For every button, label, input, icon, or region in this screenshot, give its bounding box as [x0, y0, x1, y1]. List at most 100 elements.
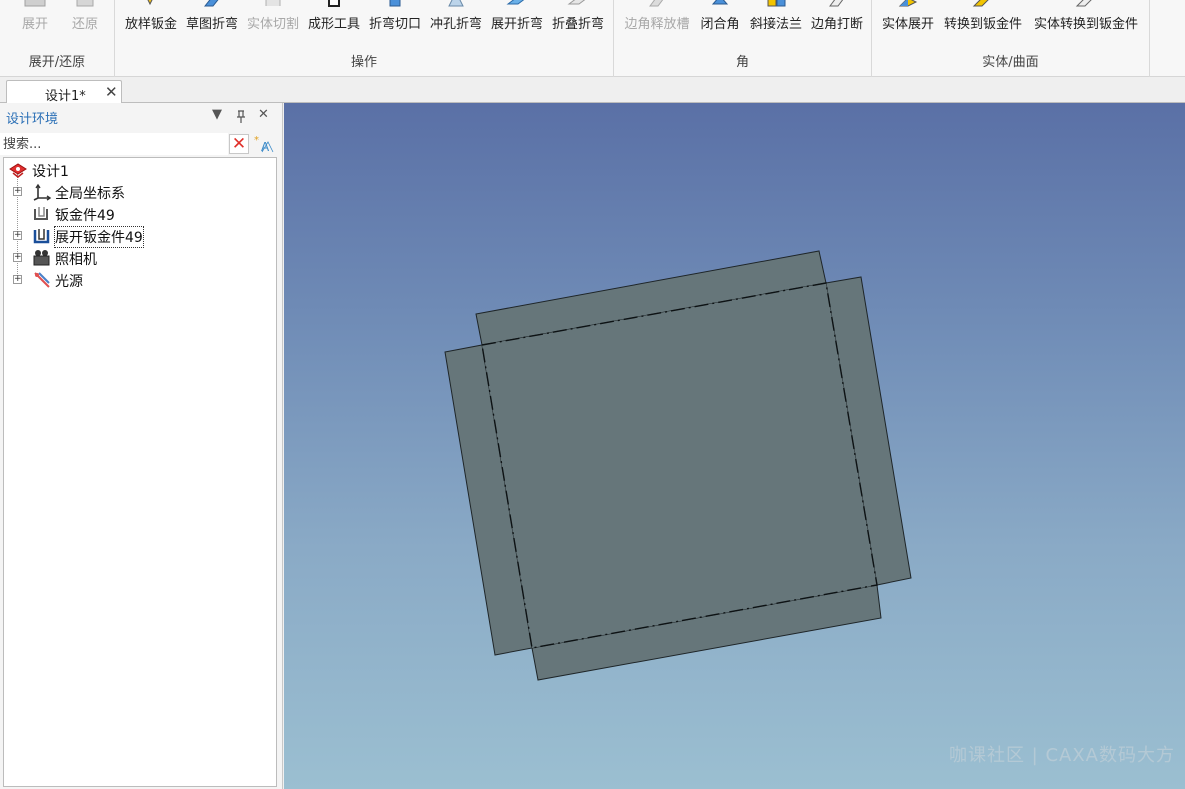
solid-cut-label: 实体切割 — [246, 17, 299, 32]
loft-sheetmetal-icon — [147, 0, 153, 6]
solid-unfold-button[interactable]: 实体展开 — [878, 0, 938, 40]
unfolded-part-drawing[interactable] — [284, 103, 1185, 789]
fold-bend-icon — [567, 0, 586, 5]
solid-convert-to-sheetmetal-label: 实体转换到钣金件 — [1033, 17, 1138, 32]
unfold-icon — [24, 0, 46, 7]
bend-relief-icon — [389, 0, 401, 7]
tree-node-design1[interactable]: 设计1 — [4, 160, 274, 180]
close-corner-icon — [711, 0, 729, 5]
forming-tool-label: 成形工具 — [307, 17, 360, 32]
design-environment-panel: 设计环境 ▼ ✕ ✕ * A 设计1 + 全局坐标系 — [0, 103, 283, 789]
design-icon — [9, 163, 27, 178]
solid-cut-icon — [265, 0, 281, 6]
tree-node-unfold-sheetmetal49[interactable]: + 展开钣金件49 — [4, 226, 274, 248]
unfold-bend-icon — [506, 0, 525, 5]
tree-node-sheetmetal49[interactable]: 钣金件49 — [4, 204, 274, 224]
axis-icon — [33, 183, 52, 201]
search-input[interactable] — [0, 133, 228, 155]
tree-node-camera[interactable]: + 照相机 — [4, 248, 274, 268]
punch-bend-button[interactable]: 冲孔折弯 — [426, 0, 486, 40]
tab-design1[interactable]: 设计1* ✕ — [6, 80, 122, 104]
ribbon-group-label: 展开/还原 — [28, 55, 86, 70]
restore-button[interactable]: 还原 — [64, 0, 106, 40]
sketch-bend-button[interactable]: 草图折弯 — [182, 0, 242, 40]
tab-close-icon[interactable]: ✕ — [105, 83, 118, 101]
tree-node-light[interactable]: + 光源 — [4, 270, 274, 290]
miter-flange-label: 斜接法兰 — [749, 17, 802, 32]
restore-icon — [76, 0, 94, 7]
search-clear-icon[interactable]: ✕ — [229, 134, 249, 154]
close-corner-button[interactable]: 闭合角 — [696, 0, 744, 40]
sheetmetal-unfold-icon — [33, 229, 50, 244]
bend-relief-button[interactable]: 折弯切口 — [365, 0, 425, 40]
panel-close-icon[interactable]: ✕ — [258, 107, 269, 122]
3d-viewport[interactable]: 咖课社区 | CAXA数码大方 — [284, 103, 1185, 789]
forming-tool-button[interactable]: 成形工具 — [304, 0, 364, 40]
fold-bend-button[interactable]: 折叠折弯 — [548, 0, 608, 40]
solid-convert-to-sheetmetal-button[interactable]: 实体转换到钣金件 — [1029, 0, 1143, 40]
solid-convert-to-sheetmetal-icon — [1075, 0, 1092, 7]
ribbon-group-operations: 放样钣金 草图折弯 实体切割 成形工具 折弯切口 冲孔折弯 展开折弯 折叠折弯 — [115, 0, 614, 77]
corner-break-icon — [829, 0, 844, 7]
design-tree: 设计1 + 全局坐标系 钣金件49 + 展开钣金件49 + 照相机 + 光源 — [3, 157, 277, 787]
tree-node-label: 展开钣金件49 — [54, 226, 144, 248]
pin-icon[interactable] — [235, 110, 247, 124]
close-corner-label: 闭合角 — [700, 17, 740, 32]
sheetmetal-icon — [34, 207, 48, 220]
loft-sheetmetal-label: 放样钣金 — [124, 17, 177, 32]
ribbon-group-solid-surface: 实体展开 转换到钣金件 实体转换到钣金件 实体/曲面 — [872, 0, 1150, 77]
light-icon — [34, 272, 50, 288]
expand-icon[interactable]: + — [13, 231, 22, 240]
tree-node-label: 设计1 — [32, 164, 69, 180]
sketch-bend-icon — [203, 0, 219, 7]
solid-cut-button[interactable]: 实体切割 — [243, 0, 303, 40]
tab-design1-label: 设计1* — [45, 89, 86, 104]
punch-bend-label: 冲孔折弯 — [429, 17, 482, 32]
ribbon-toolbar: 展开 还原 展开/还原 放样钣金 草图折弯 实体切割 成形工具 折弯切口 冲孔折… — [0, 0, 1185, 77]
miter-flange-icon — [767, 0, 786, 7]
solid-unfold-icon — [898, 0, 918, 7]
convert-to-sheetmetal-button[interactable]: 转换到钣金件 — [940, 0, 1026, 40]
unfold-bend-label: 展开折弯 — [490, 17, 543, 32]
tree-node-label: 光源 — [55, 274, 83, 290]
corner-relief-label: 边角释放槽 — [624, 17, 690, 32]
tree-node-global-axis[interactable]: + 全局坐标系 — [4, 182, 274, 202]
convert-to-sheetmetal-label: 转换到钣金件 — [943, 17, 1022, 32]
expand-icon[interactable]: + — [13, 187, 22, 196]
tree-node-label: 钣金件49 — [55, 208, 115, 224]
fold-bend-label: 折叠折弯 — [551, 17, 604, 32]
camera-icon — [33, 250, 50, 266]
watermark: 咖课社区 | CAXA数码大方 — [948, 745, 1175, 766]
bend-relief-label: 折弯切口 — [368, 17, 421, 32]
miter-flange-button[interactable]: 斜接法兰 — [746, 0, 806, 40]
tree-node-label: 全局坐标系 — [55, 186, 125, 202]
ribbon-group-label: 操作 — [350, 55, 377, 70]
unfold-label: 展开 — [21, 17, 48, 32]
tree-node-label: 照相机 — [55, 252, 97, 268]
base-face — [482, 283, 877, 648]
expand-icon[interactable]: + — [13, 275, 22, 284]
svg-text:*: * — [254, 135, 259, 146]
panel-dropdown-icon[interactable]: ▼ — [212, 107, 222, 122]
loft-sheetmetal-button[interactable]: 放样钣金 — [121, 0, 181, 40]
corner-break-label: 边角打断 — [810, 17, 863, 32]
panel-title: 设计环境 — [6, 112, 59, 127]
punch-bend-icon — [448, 0, 464, 7]
forming-tool-icon — [328, 0, 340, 7]
ribbon-group-unfold-restore: 展开 还原 展开/还原 — [0, 0, 115, 77]
sketch-bend-label: 草图折弯 — [185, 17, 238, 32]
expand-icon[interactable]: + — [13, 253, 22, 262]
corner-relief-button[interactable]: 边角释放槽 — [620, 0, 694, 40]
unfold-button[interactable]: 展开 — [14, 0, 56, 40]
solid-unfold-label: 实体展开 — [881, 17, 934, 32]
restore-label: 还原 — [71, 17, 98, 32]
corner-break-button[interactable]: 边角打断 — [807, 0, 867, 40]
search-filter-icon[interactable]: * A — [253, 134, 275, 154]
ribbon-group-corner: 边角释放槽 闭合角 斜接法兰 边角打断 角 — [614, 0, 872, 77]
ribbon-group-label: 角 — [735, 55, 749, 70]
document-tab-strip: 设计1* ✕ — [0, 77, 1185, 104]
ribbon-group-label: 实体/曲面 — [982, 55, 1039, 70]
unfold-bend-button[interactable]: 展开折弯 — [487, 0, 547, 40]
convert-to-sheetmetal-icon — [972, 0, 989, 7]
corner-relief-icon — [649, 0, 664, 7]
